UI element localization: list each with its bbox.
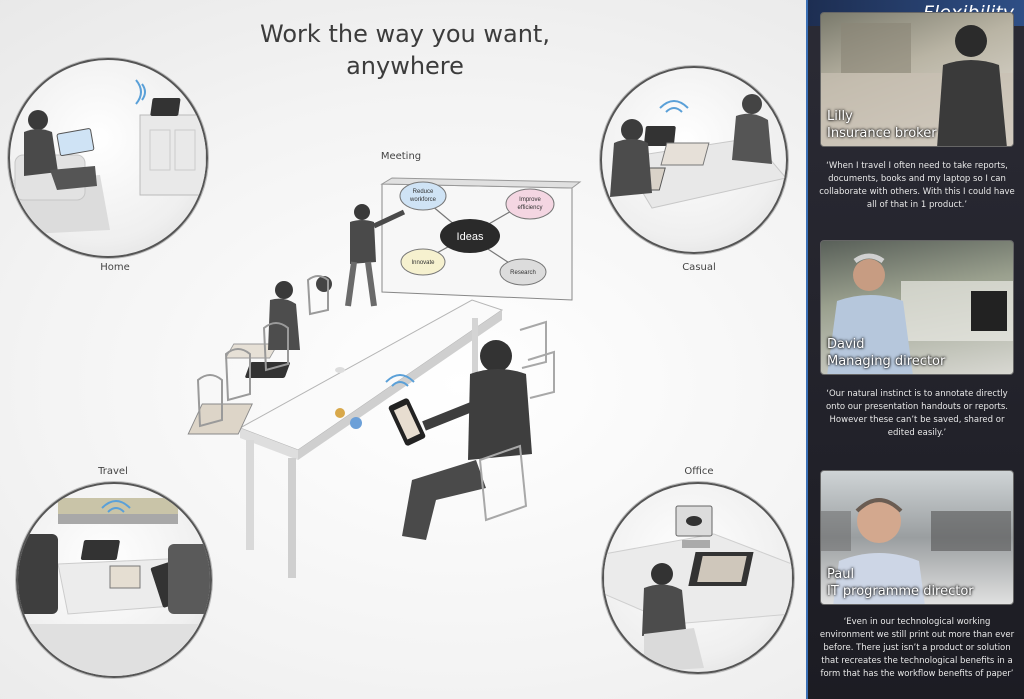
mindmap-node-innovate: Innovate [411, 260, 435, 266]
mindmap-node-improve-2: efficiency [518, 205, 543, 211]
profile-caption-lilly: Lilly Insurance broker [827, 108, 937, 142]
profile-caption-david: David Managing director [827, 336, 945, 370]
casual-scene [600, 66, 788, 254]
profile-photo-lilly: Lilly Insurance broker [820, 12, 1014, 147]
profile-name: Lilly [827, 109, 853, 124]
place-label-travel: Travel [98, 466, 128, 477]
profile-photo-paul: Paul IT programme director [820, 470, 1014, 605]
mindmap-node-reduce-1: Reduce [413, 189, 434, 195]
mindmap-node-improve-1: Improve [519, 197, 541, 203]
sidebar-flexibility: Flexibility Lilly Insurance broker ‘When… [806, 0, 1024, 699]
place-label-casual: Casual [682, 262, 716, 273]
place-label-office: Office [684, 466, 714, 477]
office-scene [602, 482, 794, 674]
headline: Work the way you want, anywhere [240, 18, 570, 82]
headline-line-1: Work the way you want, [260, 20, 550, 48]
mindmap-center-label: Ideas [457, 231, 484, 243]
profile-caption-paul: Paul IT programme director [827, 566, 974, 600]
headline-line-2: anywhere [346, 52, 464, 80]
quote-paul: ‘Even in our technological working envir… [819, 617, 1015, 679]
mindmap-node-reduce-2: workforce [409, 197, 437, 203]
profile-role: Managing director [827, 354, 946, 369]
profile-name: David [827, 337, 865, 352]
profile-photo-david: David Managing director [820, 240, 1014, 375]
place-label-home: Home [100, 262, 130, 273]
quote-david: ‘Our natural instinct is to annotate dir… [825, 389, 1009, 438]
meeting-scene: Ideas Reduce workforce Improve efficienc… [180, 160, 600, 600]
quote-lilly: ‘When I travel I often need to take repo… [819, 161, 1015, 210]
illustration-area: Work the way you want, anywhere Home Cas… [0, 0, 806, 699]
profile-role: IT programme director [827, 584, 974, 599]
profile-name: Paul [827, 567, 855, 582]
mindmap-node-research: Research [510, 270, 536, 276]
home-scene [8, 58, 208, 258]
profile-role: Insurance broker [827, 126, 937, 141]
